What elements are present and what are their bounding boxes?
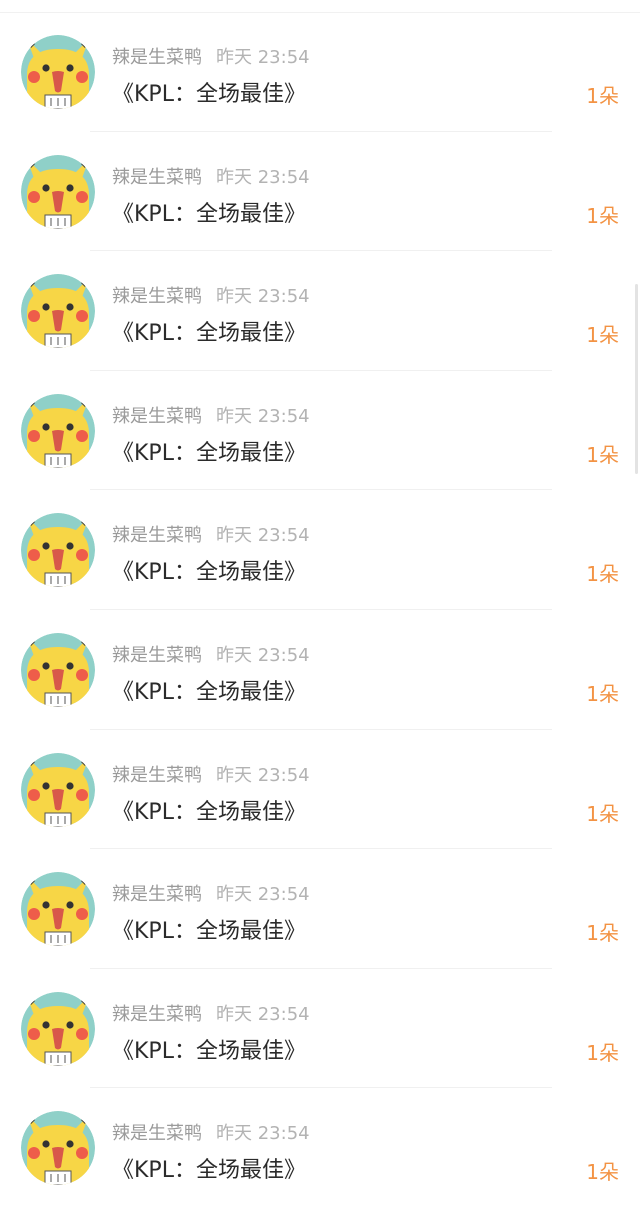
gift-title: 《KPL：全场最佳》 bbox=[112, 919, 306, 945]
list-item[interactable]: 辣是生菜鸭 昨天 23:54 《KPL：全场最佳》 1朵 bbox=[0, 490, 640, 610]
avatar[interactable] bbox=[21, 513, 95, 588]
list-item[interactable]: 辣是生菜鸭 昨天 23:54 《KPL：全场最佳》 1朵 bbox=[0, 371, 640, 491]
sender-name[interactable]: 辣是生菜鸭 bbox=[112, 1004, 202, 1025]
flower-count: 1朵 bbox=[586, 442, 619, 467]
gift-record-list: 辣是生菜鸭 昨天 23:54 《KPL：全场最佳》 1朵 辣是生菜鸭 昨天 23:5… bbox=[0, 12, 640, 1208]
avatar[interactable] bbox=[21, 35, 95, 109]
send-time: 昨天 23:54 bbox=[216, 764, 310, 786]
gift-title: 《KPL：全场最佳》 bbox=[112, 560, 306, 586]
sender-line: 辣是生菜鸭 昨天 23:54 bbox=[112, 1119, 310, 1145]
avatar[interactable] bbox=[21, 752, 95, 827]
avatar[interactable] bbox=[21, 872, 95, 947]
send-time: 昨天 23:54 bbox=[216, 884, 310, 906]
gift-title: 《KPL：全场最佳》 bbox=[112, 201, 306, 227]
pikachu-avatar-icon bbox=[21, 154, 95, 229]
pikachu-avatar-icon bbox=[21, 35, 95, 109]
sender-line: 辣是生菜鸭 昨天 23:54 bbox=[112, 880, 310, 906]
send-time: 昨天 23:54 bbox=[216, 1123, 310, 1145]
gift-title: 《KPL：全场最佳》 bbox=[112, 799, 306, 825]
send-time: 昨天 23:54 bbox=[216, 644, 310, 666]
gift-title: 《KPL：全场最佳》 bbox=[112, 1038, 306, 1064]
send-time: 昨天 23:54 bbox=[216, 166, 310, 188]
gift-title: 《KPL：全场最佳》 bbox=[112, 679, 306, 705]
list-item[interactable]: 辣是生菜鸭 昨天 23:54 《KPL：全场最佳》 1朵 bbox=[0, 12, 640, 132]
flower-count: 1朵 bbox=[586, 1160, 619, 1185]
pikachu-avatar-icon bbox=[21, 752, 95, 827]
flower-count: 1朵 bbox=[586, 84, 619, 108]
avatar[interactable] bbox=[21, 1111, 95, 1186]
sender-line: 辣是生菜鸭 昨天 23:54 bbox=[112, 761, 310, 787]
sender-line: 辣是生菜鸭 昨天 23:54 bbox=[112, 402, 310, 428]
flower-count: 1朵 bbox=[586, 1040, 619, 1065]
gift-title: 《KPL：全场最佳》 bbox=[112, 321, 306, 347]
pikachu-avatar-icon bbox=[21, 991, 95, 1066]
flower-count: 1朵 bbox=[586, 681, 619, 706]
sender-line: 辣是生菜鸭 昨天 23:54 bbox=[112, 163, 310, 189]
pikachu-avatar-icon bbox=[21, 872, 95, 947]
sender-line: 辣是生菜鸭 昨天 23:54 bbox=[112, 43, 310, 69]
sender-name[interactable]: 辣是生菜鸭 bbox=[112, 286, 202, 307]
list-item[interactable]: 辣是生菜鸭 昨天 23:54 《KPL：全场最佳》 1朵 bbox=[0, 969, 640, 1089]
avatar[interactable] bbox=[21, 632, 95, 707]
gift-title: 《KPL：全场最佳》 bbox=[112, 82, 306, 107]
sender-name[interactable]: 辣是生菜鸭 bbox=[112, 47, 202, 68]
list-item[interactable]: 辣是生菜鸭 昨天 23:54 《KPL：全场最佳》 1朵 bbox=[0, 132, 640, 252]
list-item[interactable]: 辣是生菜鸭 昨天 23:54 《KPL：全场最佳》 1朵 bbox=[0, 251, 640, 371]
flower-count: 1朵 bbox=[586, 562, 619, 587]
pikachu-avatar-icon bbox=[21, 1111, 95, 1186]
flower-count: 1朵 bbox=[586, 203, 619, 228]
flower-count: 1朵 bbox=[586, 801, 619, 826]
sender-line: 辣是生菜鸭 昨天 23:54 bbox=[112, 1000, 310, 1026]
sender-line: 辣是生菜鸭 昨天 23:54 bbox=[112, 282, 310, 308]
send-time: 昨天 23:54 bbox=[216, 286, 310, 308]
pikachu-avatar-icon bbox=[21, 632, 95, 707]
gift-title: 《KPL：全场最佳》 bbox=[112, 440, 306, 466]
send-time: 昨天 23:54 bbox=[216, 47, 310, 68]
send-time: 昨天 23:54 bbox=[216, 1003, 310, 1025]
sender-name[interactable]: 辣是生菜鸭 bbox=[112, 765, 202, 786]
avatar[interactable] bbox=[21, 274, 95, 349]
sender-name[interactable]: 辣是生菜鸭 bbox=[112, 525, 202, 546]
sender-name[interactable]: 辣是生菜鸭 bbox=[112, 884, 202, 905]
sender-name[interactable]: 辣是生菜鸭 bbox=[112, 645, 202, 666]
sender-name[interactable]: 辣是生菜鸭 bbox=[112, 406, 202, 427]
send-time: 昨天 23:54 bbox=[216, 405, 310, 427]
list-item[interactable]: 辣是生菜鸭 昨天 23:54 《KPL：全场最佳》 1朵 bbox=[0, 610, 640, 730]
avatar[interactable] bbox=[21, 393, 95, 468]
sender-line: 辣是生菜鸭 昨天 23:54 bbox=[112, 521, 310, 547]
flower-count: 1朵 bbox=[586, 323, 619, 348]
sender-name[interactable]: 辣是生菜鸭 bbox=[112, 167, 202, 188]
sender-line: 辣是生菜鸭 昨天 23:54 bbox=[112, 641, 310, 667]
pikachu-avatar-icon bbox=[21, 274, 95, 349]
send-time: 昨天 23:54 bbox=[216, 525, 310, 547]
avatar[interactable] bbox=[21, 991, 95, 1066]
avatar[interactable] bbox=[21, 154, 95, 229]
gift-title: 《KPL：全场最佳》 bbox=[112, 1158, 306, 1184]
pikachu-avatar-icon bbox=[21, 393, 95, 468]
sender-name[interactable]: 辣是生菜鸭 bbox=[112, 1123, 202, 1144]
pikachu-avatar-icon bbox=[21, 513, 95, 588]
list-item[interactable]: 辣是生菜鸭 昨天 23:54 《KPL：全场最佳》 1朵 bbox=[0, 849, 640, 969]
list-item[interactable]: 辣是生菜鸭 昨天 23:54 《KPL：全场最佳》 1朵 bbox=[0, 730, 640, 850]
flower-count: 1朵 bbox=[586, 921, 619, 946]
list-item[interactable]: 辣是生菜鸭 昨天 23:54 《KPL：全场最佳》 1朵 bbox=[0, 1088, 640, 1208]
